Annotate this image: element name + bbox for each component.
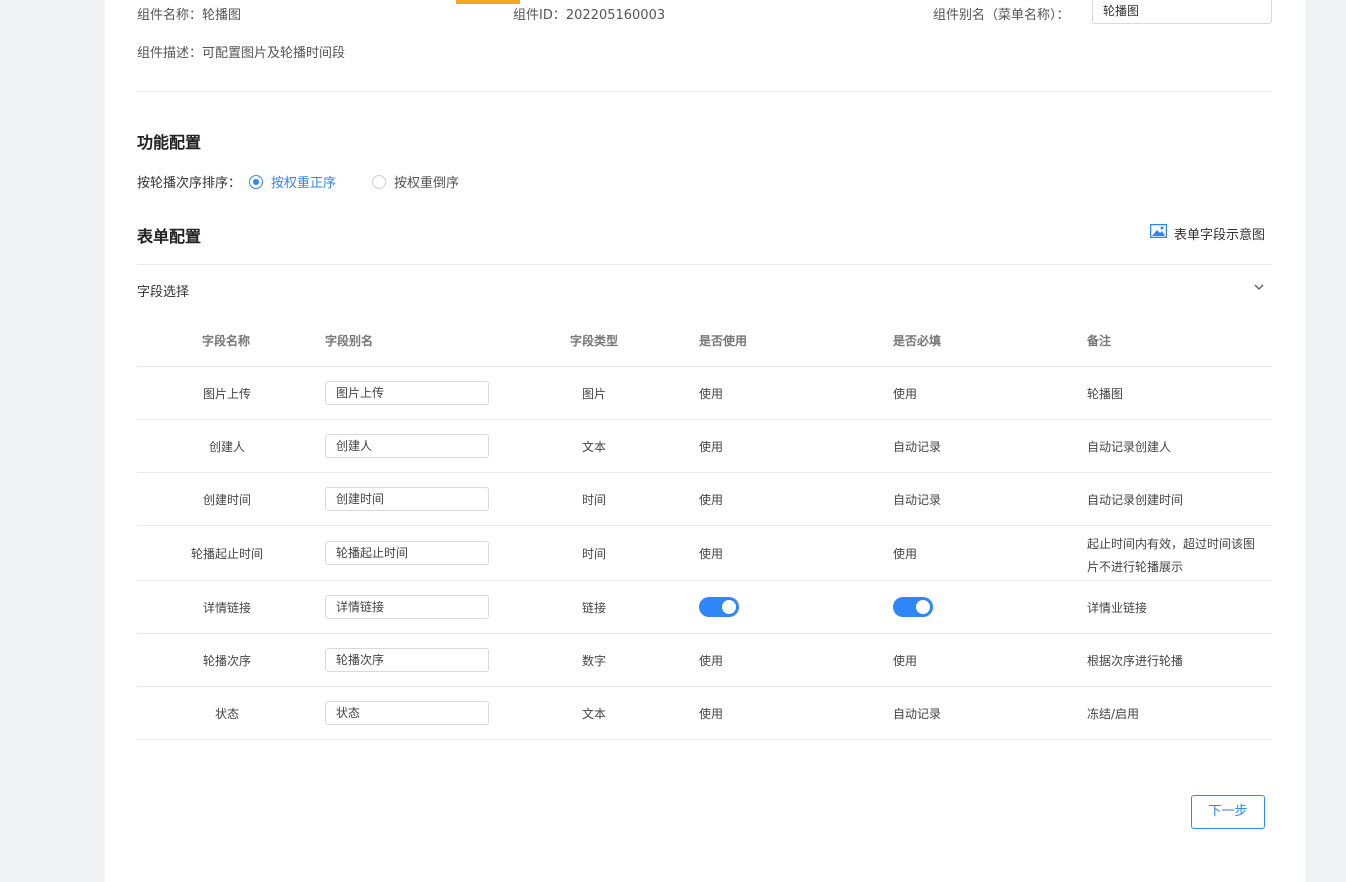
cell-note: 自动记录创建时间	[1087, 493, 1184, 507]
cell-type: 文本	[582, 440, 607, 454]
component-id: 组件ID：202205160003	[513, 4, 665, 23]
alias-input[interactable]: 详情链接	[325, 595, 489, 619]
column-header-name: 字段名称	[202, 334, 251, 348]
cell-required: 自动记录	[893, 440, 942, 454]
cell-required: 自动记录	[893, 493, 942, 507]
form-config-title: 表单配置	[137, 227, 202, 246]
component-id-value: 202205160003	[565, 8, 666, 23]
column-header-note: 备注	[1087, 334, 1112, 348]
column-header-required: 是否必填	[893, 334, 942, 348]
cell-type: 文本	[582, 707, 607, 721]
cell-required: 使用	[893, 654, 918, 668]
cell-note: 自动记录创建人	[1087, 440, 1172, 454]
cell-required: 使用	[893, 387, 918, 401]
component-desc-value: 可配置图片及轮播时间段	[202, 46, 346, 61]
cell-type: 数字	[582, 654, 607, 668]
alias-input[interactable]: 创建人	[325, 434, 489, 458]
cell-name: 轮播起止时间	[190, 547, 263, 561]
divider-form	[137, 264, 1272, 265]
table-row: 轮播起止时间 轮播起止时间 时间 使用 使用 起止时间内有效，超过时间该图 片不…	[137, 526, 1272, 581]
radio-desc-circle[interactable]	[372, 175, 386, 189]
cell-use: 使用	[699, 493, 724, 507]
component-alias-label: 组件别名（菜单名称）：	[933, 8, 1070, 23]
cell-note: 起止时间内有效，超过时间该图 片不进行轮播展示	[1087, 533, 1255, 579]
component-desc: 组件描述：可配置图片及轮播时间段	[137, 42, 345, 61]
table-row: 状态 状态 文本 使用 自动记录 冻结/启用	[137, 687, 1272, 740]
cell-use: 使用	[699, 654, 724, 668]
cell-note-line: 起止时间内有效，超过时间该图	[1087, 537, 1256, 551]
component-name-label: 组件名称：	[137, 8, 203, 23]
cell-type: 图片	[582, 387, 607, 401]
cell-note-line: 片不进行轮播展示	[1087, 560, 1184, 574]
component-id-label: 组件ID：	[513, 8, 566, 23]
cell-use: 使用	[699, 387, 724, 401]
chevron-down-icon[interactable]	[1253, 281, 1265, 293]
cell-type: 时间	[582, 493, 607, 507]
cell-name: 详情链接	[202, 601, 251, 615]
image-icon[interactable]	[1150, 224, 1167, 238]
cell-name: 轮播次序	[202, 654, 251, 668]
cell-name: 创建时间	[202, 493, 251, 507]
alias-input[interactable]: 状态	[325, 701, 489, 725]
table-row: 创建人 创建人 文本 使用 自动记录 自动记录创建人	[137, 420, 1272, 473]
tab-indicator	[456, 0, 520, 4]
column-header-use: 是否使用	[699, 334, 748, 348]
column-header-alias: 字段别名	[325, 334, 374, 348]
radio-asc-circle[interactable]	[249, 175, 263, 189]
radio-desc-label: 按权重倒序	[394, 176, 460, 191]
use-toggle[interactable]	[699, 597, 739, 617]
required-toggle[interactable]	[893, 597, 933, 617]
cell-required: 自动记录	[893, 707, 942, 721]
radio-desc[interactable]: 按权重倒序	[372, 172, 459, 191]
cell-required: 使用	[893, 547, 918, 561]
alias-input[interactable]: 创建时间	[325, 487, 489, 511]
radio-asc[interactable]: 按权重正序	[249, 172, 336, 191]
cell-use: 使用	[699, 707, 724, 721]
cell-name: 创建人	[208, 440, 245, 454]
next-button[interactable]: 下一步	[1191, 795, 1265, 829]
cell-use: 使用	[699, 440, 724, 454]
cell-type: 时间	[582, 547, 607, 561]
function-config-title: 功能配置	[137, 133, 202, 152]
component-alias-input[interactable]: 轮播图	[1092, 0, 1272, 24]
cell-note: 轮播图	[1087, 387, 1124, 401]
cell-note: 冻结/启用	[1087, 707, 1140, 721]
cell-name: 状态	[214, 707, 239, 721]
radio-asc-label: 按权重正序	[271, 176, 337, 191]
sort-label: 按轮播次序排序：	[137, 176, 242, 191]
table-row: 轮播次序 轮播次序 数字 使用 使用 根据次序进行轮播	[137, 634, 1272, 687]
component-desc-label: 组件描述：	[137, 46, 203, 61]
cell-note: 详情业链接	[1087, 601, 1148, 615]
alias-input[interactable]: 图片上传	[325, 381, 489, 405]
cell-name: 图片上传	[202, 387, 251, 401]
main-card: 组件名称：轮播图 组件ID：202205160003 组件别名（菜单名称）： 轮…	[105, 0, 1305, 882]
field-select-label: 字段选择	[137, 285, 190, 300]
alias-input[interactable]: 轮播次序	[325, 648, 489, 672]
content: 组件名称：轮播图 组件ID：202205160003 组件别名（菜单名称）： 轮…	[137, 0, 1272, 882]
divider	[137, 91, 1272, 92]
table-row: 创建时间 创建时间 时间 使用 自动记录 自动记录创建时间	[137, 473, 1272, 526]
cell-use: 使用	[699, 547, 724, 561]
component-name: 组件名称：轮播图	[137, 4, 241, 23]
table-row: 详情链接 详情链接 链接 详情业链接	[137, 581, 1272, 634]
schematic-link[interactable]: 表单字段示意图	[1174, 224, 1265, 243]
cell-type: 链接	[582, 601, 607, 615]
column-header-type: 字段类型	[570, 334, 619, 348]
component-name-value: 轮播图	[202, 8, 242, 23]
cell-note: 根据次序进行轮播	[1087, 654, 1184, 668]
alias-input[interactable]: 轮播起止时间	[325, 541, 489, 565]
table-row: 图片上传 图片上传 图片 使用 使用 轮播图	[137, 367, 1272, 420]
